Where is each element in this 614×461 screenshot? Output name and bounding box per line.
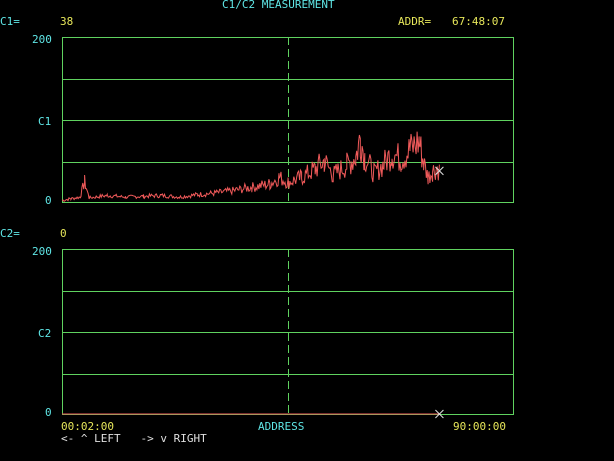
c2-ymax-label: 200	[32, 245, 52, 258]
c2-label: C2=	[0, 227, 20, 240]
c2-value: 0	[60, 227, 67, 240]
c2-plot	[62, 249, 514, 419]
c1-label: C1=	[0, 15, 20, 28]
data-trace	[61, 131, 440, 202]
addr-value: 67:48:07	[452, 15, 505, 28]
navigation-hint: <- ^ LEFT -> v RIGHT	[61, 432, 207, 445]
x-axis-label: ADDRESS	[258, 420, 305, 433]
c1-ymid-label: C1	[38, 115, 52, 128]
c2-ymin-label: 0	[45, 406, 52, 419]
c1-ymax-label: 200	[32, 33, 52, 46]
c1-value: 38	[60, 15, 74, 28]
page-title: C1/C2 MEASUREMENT	[222, 0, 335, 11]
addr-label: ADDR=	[398, 15, 432, 28]
c2-ymid-label: C2	[38, 327, 52, 340]
c1-plot	[61, 37, 514, 203]
c1-ymin-label: 0	[45, 194, 52, 207]
x-end-label: 90:00:00	[453, 420, 506, 433]
